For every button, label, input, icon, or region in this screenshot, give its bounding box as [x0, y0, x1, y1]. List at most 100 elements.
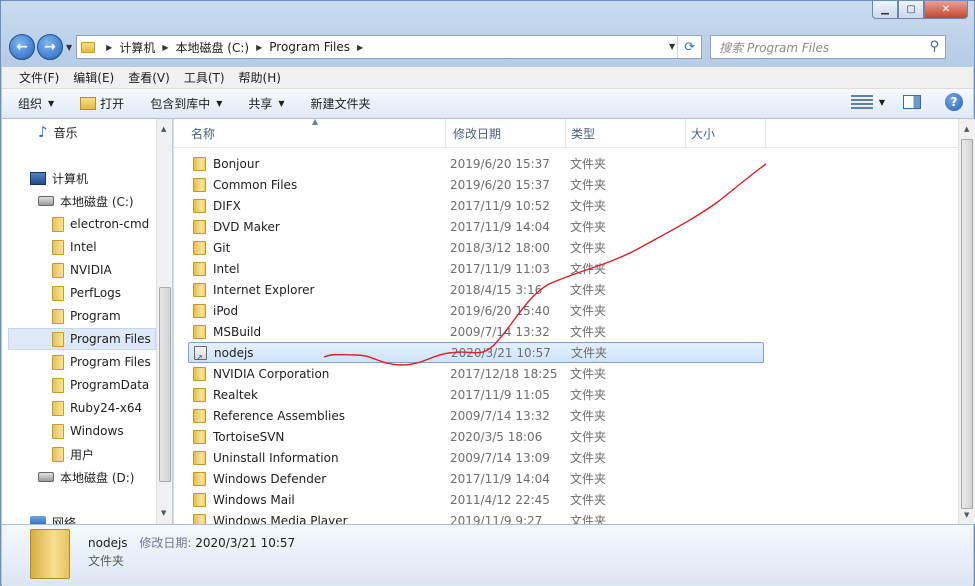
search-icon[interactable]: ⚲	[930, 39, 940, 54]
address-bar[interactable]: ▶ 计算机 ▶ 本地磁盘 (C:) ▶ Program Files ▶ ▼ ⟳	[76, 35, 703, 59]
nav-item-folder[interactable]: ProgramData	[52, 374, 149, 396]
nav-item-folder[interactable]: Intel	[52, 236, 97, 258]
scroll-down-icon[interactable]: ▼	[964, 511, 969, 519]
file-date: 2017/12/18 18:25	[450, 366, 558, 381]
back-button[interactable]: ←	[9, 34, 35, 60]
table-row[interactable]: iPod 2019/6/20 15:40 文件夹	[188, 300, 764, 321]
file-name-cell: TortoiseSVN	[188, 429, 450, 444]
breadcrumb-computer[interactable]: 计算机	[119, 39, 155, 56]
minimize-button[interactable]: ▁	[872, 1, 898, 19]
new-folder-button[interactable]: 新建文件夹	[311, 95, 371, 112]
chevron-right-icon[interactable]: ▶	[162, 43, 168, 52]
breadcrumb-drive-c[interactable]: 本地磁盘 (C:)	[175, 39, 249, 56]
file-name-cell: Windows Defender	[188, 471, 450, 486]
chevron-right-icon[interactable]: ▶	[256, 43, 262, 52]
file-type: 文件夹	[570, 514, 607, 524]
table-row[interactable]: Uninstall Information 2009/7/14 13:09 文件夹	[188, 447, 764, 468]
nav-item-drive-c[interactable]: 本地磁盘 (C:)	[38, 190, 134, 212]
table-row[interactable]: Realtek 2017/11/9 11:05 文件夹	[188, 384, 764, 405]
nav-item-label: electron-cmd	[70, 217, 150, 231]
nav-item-music[interactable]: ♪ 音乐	[38, 121, 78, 143]
search-input[interactable]: 搜索 Program Files ⚲	[710, 35, 947, 59]
menu-edit[interactable]: 编辑(E)	[66, 69, 121, 86]
nav-item-folder[interactable]: PerfLogs	[52, 282, 121, 304]
table-row[interactable]: Git 2018/3/12 18:00 文件夹	[188, 237, 764, 258]
nav-item-folder[interactable]: 用户	[52, 443, 94, 465]
column-size[interactable]: 大小	[686, 119, 766, 148]
open-button[interactable]: 打开	[80, 95, 124, 112]
nav-item-folder[interactable]: Ruby24-x64	[52, 397, 142, 419]
table-row[interactable]: nodejs 2020/3/21 10:57 文件夹	[188, 342, 764, 363]
menu-tools[interactable]: 工具(T)	[177, 69, 232, 86]
table-row[interactable]: TortoiseSVN 2020/3/5 18:06 文件夹	[188, 426, 764, 447]
include-library-button[interactable]: 包含到库中 ▼	[150, 95, 222, 112]
table-row[interactable]: NVIDIA Corporation 2017/12/18 18:25 文件夹	[188, 363, 764, 384]
nav-item-label: 音乐	[53, 125, 78, 140]
view-options-icon[interactable]	[850, 95, 873, 109]
menu-view[interactable]: 查看(V)	[121, 69, 177, 86]
column-name[interactable]: ▲ 名称	[174, 119, 446, 148]
table-row[interactable]: MSBuild 2009/7/14 13:32 文件夹	[188, 321, 764, 342]
chevron-down-icon: ▼	[216, 99, 223, 108]
refresh-button[interactable]: ⟳	[677, 36, 701, 58]
chevron-down-icon: ▼	[48, 99, 55, 108]
table-row[interactable]: Windows Mail 2011/4/12 22:45 文件夹	[188, 489, 764, 510]
chevron-right-icon[interactable]: ▶	[106, 43, 112, 52]
address-history-dropdown-icon[interactable]: ▼	[669, 42, 675, 51]
nav-item-network[interactable]: 网络	[30, 511, 76, 524]
folder-icon	[52, 262, 64, 278]
table-row[interactable]: Windows Defender 2017/11/9 14:04 文件夹	[188, 468, 764, 489]
table-row[interactable]: DVD Maker 2017/11/9 14:04 文件夹	[188, 216, 764, 237]
table-row[interactable]: Internet Explorer 2018/4/15 3:16 文件夹	[188, 279, 764, 300]
column-label: 类型	[571, 127, 596, 141]
folder-icon	[52, 239, 64, 255]
file-name: Realtek	[213, 387, 258, 402]
column-date[interactable]: 修改日期	[446, 119, 566, 148]
table-row[interactable]: DIFX 2017/11/9 10:52 文件夹	[188, 195, 764, 216]
chevron-down-icon[interactable]: ▼	[879, 98, 885, 107]
maximize-button[interactable]: ▢	[898, 1, 924, 19]
organize-button[interactable]: 组织 ▼	[18, 95, 54, 112]
scroll-up-icon[interactable]: ▲	[964, 125, 969, 133]
share-button[interactable]: 共享 ▼	[248, 95, 284, 112]
menu-file[interactable]: 文件(F)	[12, 69, 66, 86]
scroll-thumb[interactable]	[159, 287, 171, 482]
folder-icon	[193, 261, 206, 276]
nav-item-label: Intel	[70, 240, 97, 254]
nav-item-folder[interactable]: electron-cmd	[52, 213, 149, 235]
table-row[interactable]: Common Files 2019/6/20 15:37 文件夹	[188, 174, 764, 195]
nav-item-computer[interactable]: 计算机	[30, 167, 88, 189]
nav-item-label: Windows	[70, 424, 124, 438]
help-icon[interactable]: ?	[945, 93, 963, 111]
table-row[interactable]: Windows Media Player 2019/11/9 9:27 文件夹	[188, 510, 764, 524]
nav-item-program-files-selected[interactable]: Program Files	[8, 328, 156, 350]
table-row[interactable]: Intel 2017/11/9 11:03 文件夹	[188, 258, 764, 279]
folder-icon	[193, 177, 206, 192]
nav-item-drive-d[interactable]: 本地磁盘 (D:)	[38, 466, 134, 488]
nav-item-folder[interactable]: Program Files	[52, 351, 151, 373]
scroll-up-icon[interactable]: ▲	[161, 125, 166, 133]
nav-item-folder[interactable]: NVIDIA	[52, 259, 112, 281]
nav-item-folder[interactable]: Windows	[52, 420, 124, 442]
folder-icon	[52, 308, 64, 324]
scroll-thumb[interactable]	[961, 139, 973, 509]
scroll-down-icon[interactable]: ▼	[161, 509, 166, 517]
preview-pane-icon[interactable]	[903, 95, 921, 109]
file-date: 2017/11/9 14:04	[450, 471, 550, 486]
close-button[interactable]: ✕	[924, 1, 968, 19]
table-row[interactable]: Reference Assemblies 2009/7/14 13:32 文件夹	[188, 405, 764, 426]
nav-scrollbar[interactable]: ▲ ▼	[156, 119, 172, 524]
file-list-scrollbar[interactable]: ▲ ▼	[958, 119, 975, 524]
menu-help[interactable]: 帮助(H)	[232, 69, 288, 86]
nav-item-folder[interactable]: Program	[52, 305, 121, 327]
forward-button[interactable]: →	[37, 34, 63, 60]
chevron-right-icon[interactable]: ▶	[357, 43, 363, 52]
table-row[interactable]: Bonjour 2019/6/20 15:37 文件夹	[188, 153, 764, 174]
recent-pages-dropdown-icon[interactable]: ▼	[66, 43, 72, 52]
column-label: 修改日期	[453, 127, 502, 141]
breadcrumb-program-files[interactable]: Program Files	[269, 40, 350, 54]
file-name: iPod	[213, 303, 239, 318]
network-icon	[30, 516, 46, 524]
file-name-cell: Internet Explorer	[188, 282, 450, 297]
column-type[interactable]: 类型	[566, 119, 686, 148]
